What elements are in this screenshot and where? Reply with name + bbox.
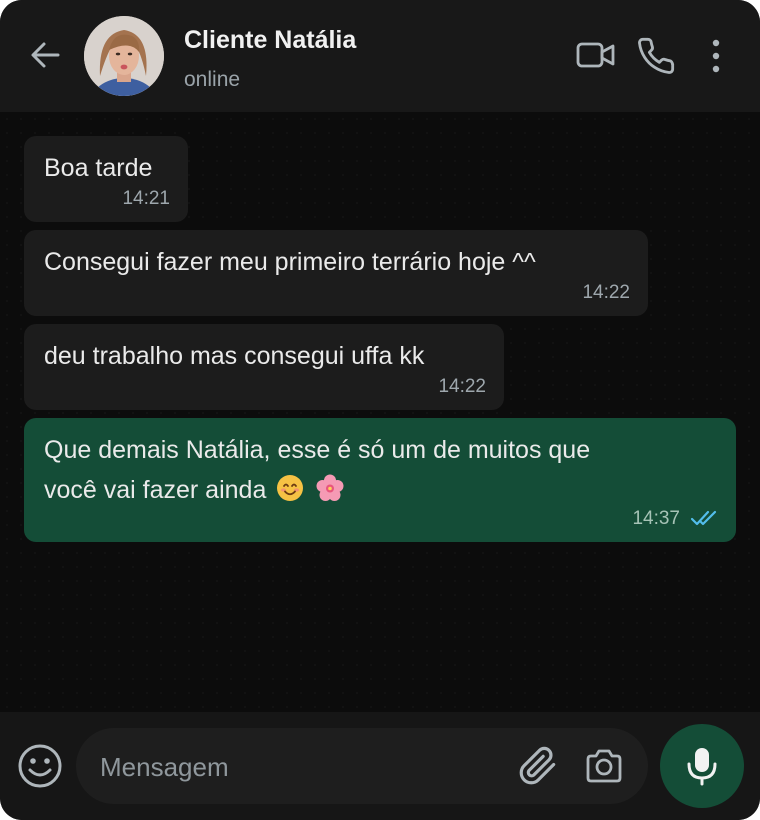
cherry-blossom-emoji <box>316 474 344 501</box>
composer-bar: Mensagem <box>0 712 760 820</box>
attach-icon[interactable] <box>518 746 558 786</box>
message-input[interactable]: Mensagem <box>76 728 648 804</box>
message-text: Boa tarde <box>44 154 153 182</box>
phone-icon[interactable] <box>636 36 676 76</box>
microphone-icon <box>687 748 717 786</box>
message-text-line-emoji: você vai fazer ainda <box>44 470 716 510</box>
video-call-icon[interactable] <box>576 40 616 70</box>
message-time: 14:21 <box>122 188 170 209</box>
smiling-face-emoji <box>277 475 304 501</box>
message-list[interactable]: Boa tarde 14:21 Consegui fazer meu prime… <box>0 112 760 712</box>
message-input-placeholder: Mensagem <box>100 752 229 782</box>
message-text-line: você vai fazer ainda <box>44 476 267 504</box>
more-options-icon[interactable] <box>706 38 726 74</box>
message-bubble-incoming[interactable]: Boa tarde 14:21 <box>24 136 188 222</box>
message-bubble-incoming[interactable]: deu trabalho mas consegui uffa kk 14:22 <box>24 324 504 410</box>
contact-name[interactable]: Cliente Natália <box>184 26 356 55</box>
message-time: 14:37 <box>632 508 680 529</box>
message-text: Consegui fazer meu primeiro terrário hoj… <box>44 248 536 276</box>
voice-message-button[interactable] <box>660 724 744 808</box>
message-time: 14:22 <box>582 282 630 303</box>
message-bubble-outgoing[interactable]: Que demais Natália, esse é só um de muit… <box>24 418 736 542</box>
emoji-icon[interactable] <box>16 742 64 790</box>
chat-header: Cliente Natália online <box>0 0 760 112</box>
double-check-icon <box>690 510 717 526</box>
avatar-photo <box>84 16 164 96</box>
avatar[interactable] <box>84 16 164 96</box>
message-text-line: Que demais Natália, esse é só um de muit… <box>44 436 591 464</box>
message-time: 14:22 <box>438 376 486 397</box>
message-text: deu trabalho mas consegui uffa kk <box>44 342 425 370</box>
chat-window: Cliente Natália online Boa tarde 14:21 C… <box>0 0 760 820</box>
contact-status: online <box>184 68 241 91</box>
camera-icon[interactable] <box>584 748 624 784</box>
message-bubble-incoming[interactable]: Consegui fazer meu primeiro terrário hoj… <box>24 230 648 316</box>
back-arrow-icon[interactable] <box>28 38 62 72</box>
